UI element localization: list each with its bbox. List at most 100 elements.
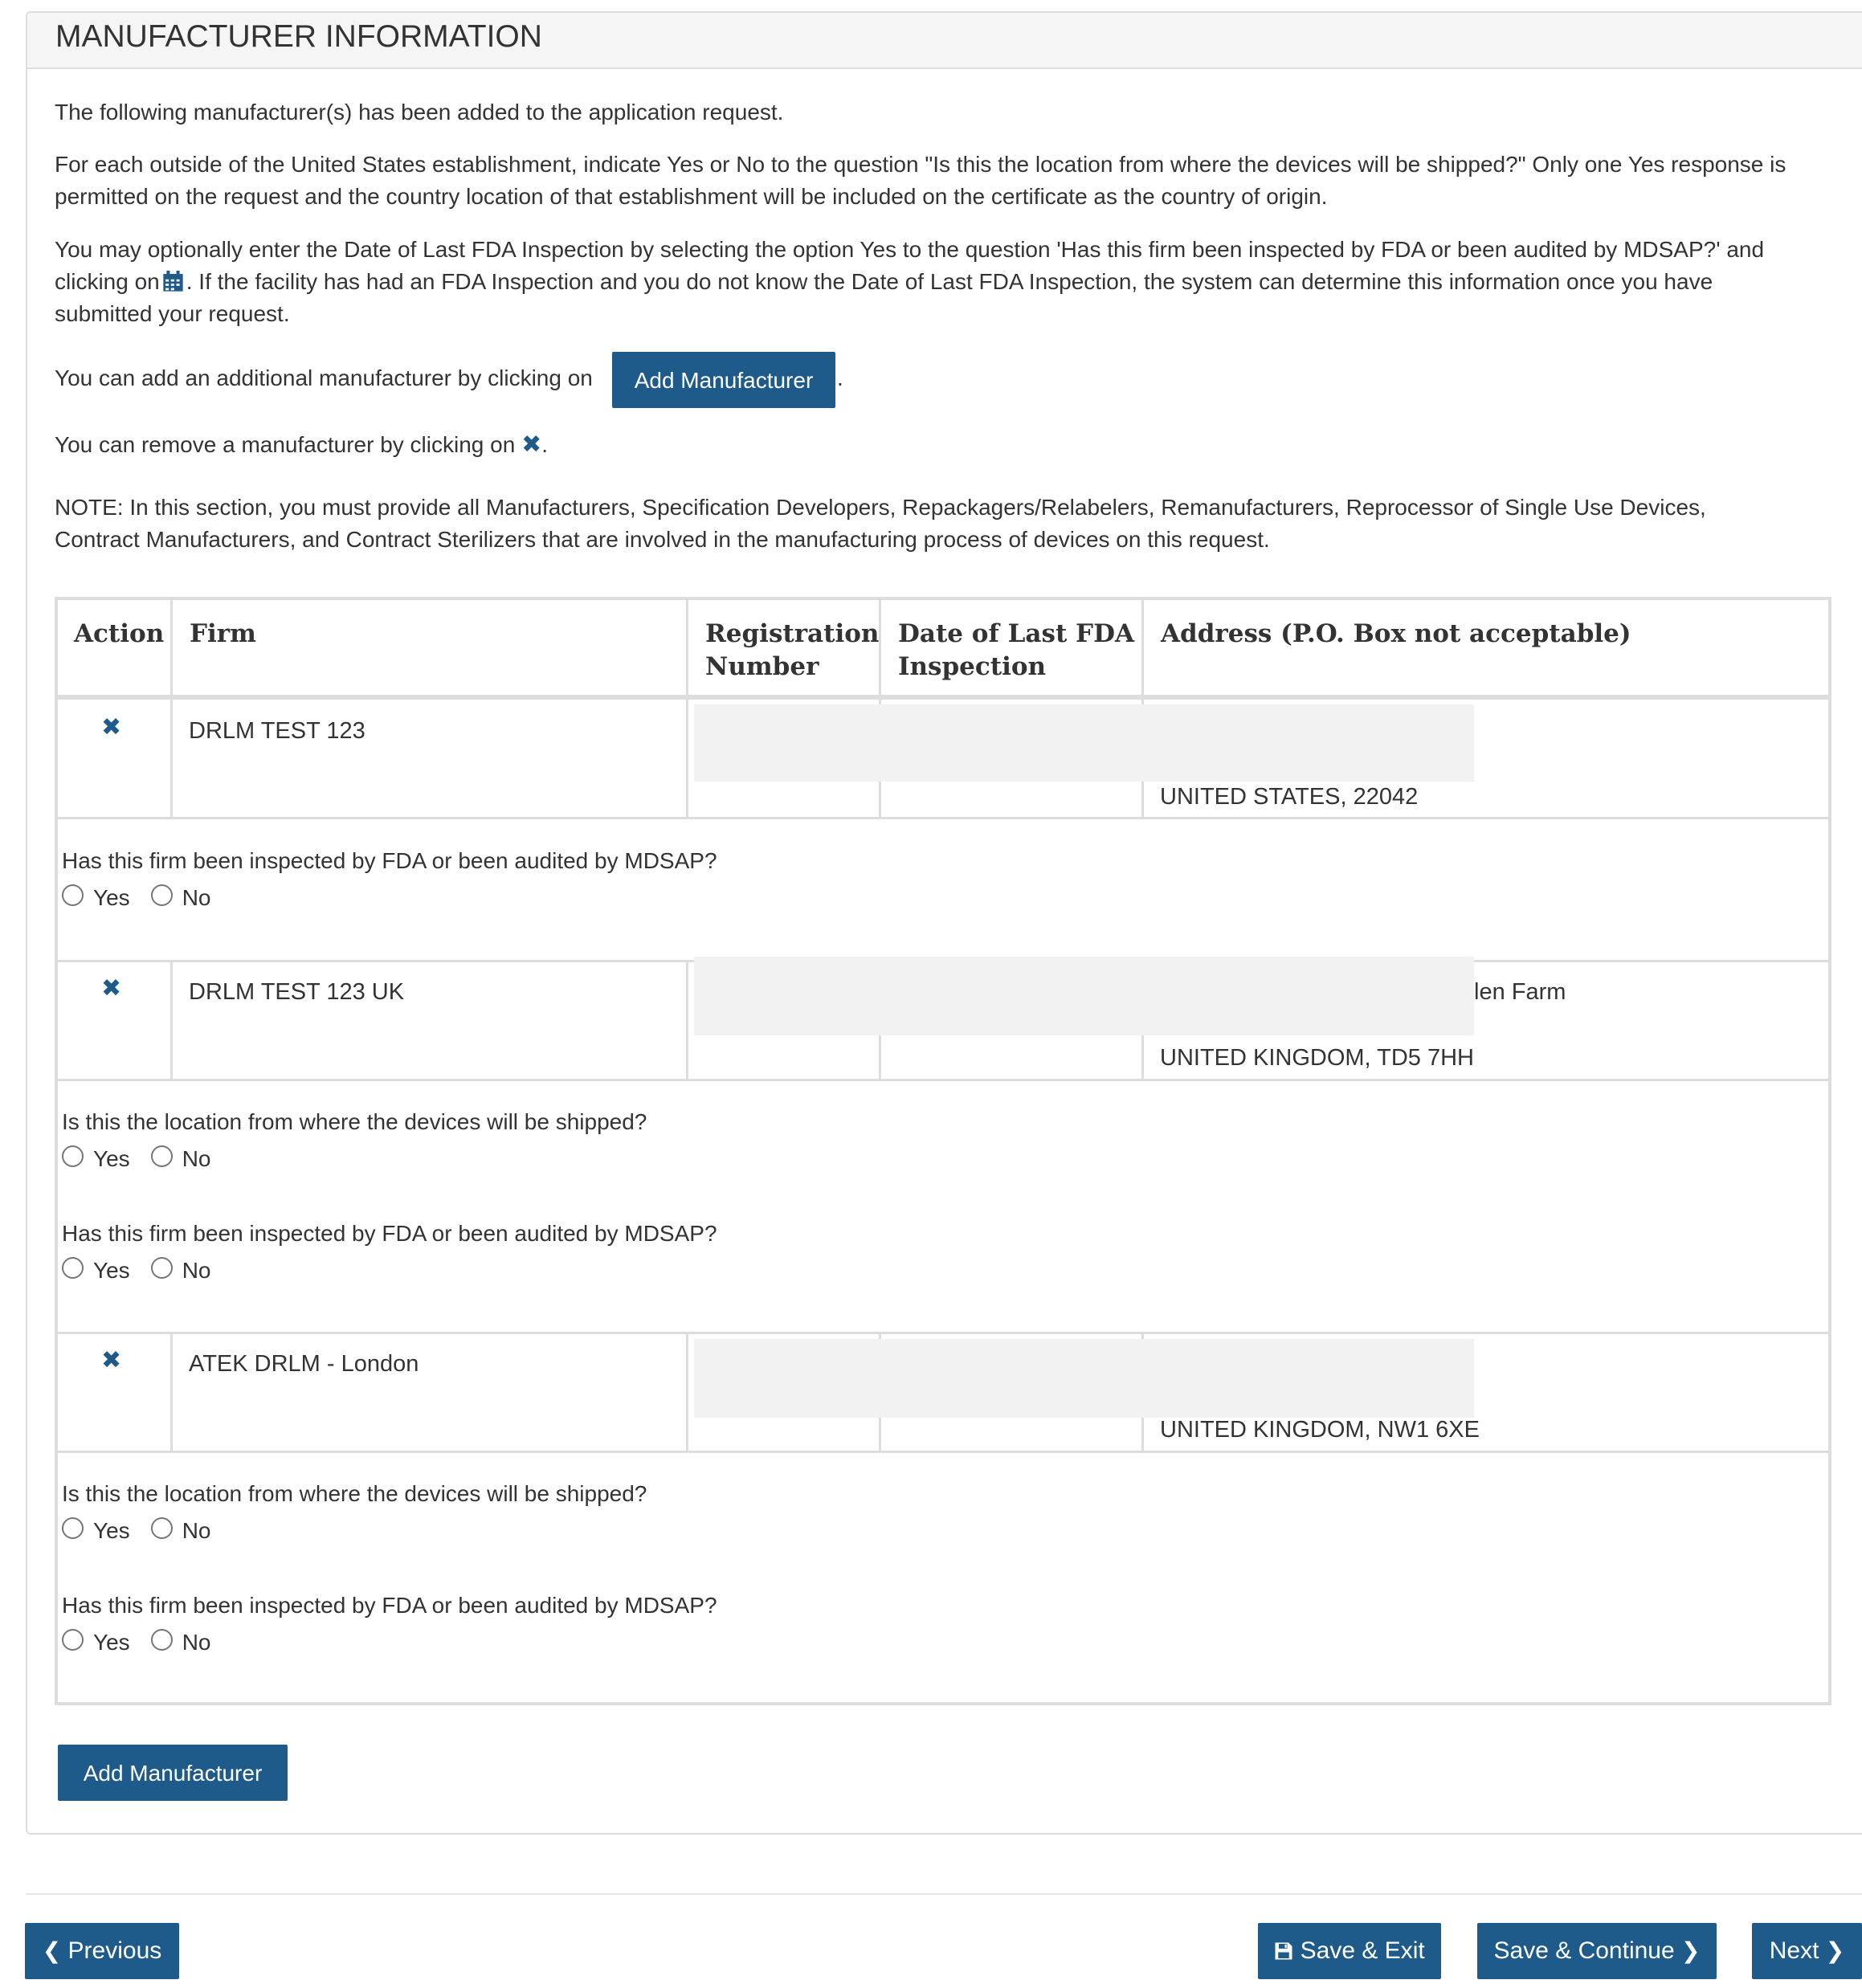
- column-header-inspection-date-line-1: Date of Last FDA: [898, 619, 1135, 648]
- intro-p3-tail: . If the facility has had an FDA Inspect…: [186, 269, 1713, 294]
- row-divider: [58, 1451, 1828, 1453]
- column-header-registration-line-2: Number: [705, 652, 819, 681]
- inspected-yes-option[interactable]: Yes: [62, 884, 151, 911]
- shipped-yes-option[interactable]: Yes: [62, 1517, 151, 1544]
- radio-no-label: No: [182, 1630, 211, 1655]
- row-divider: [58, 1079, 1828, 1081]
- add-manufacturer-hint: You can add an additional manufacturer b…: [55, 365, 593, 390]
- next-label: Next: [1769, 1937, 1819, 1964]
- radio-no[interactable]: [150, 1628, 173, 1651]
- radio-yes[interactable]: [62, 1256, 84, 1279]
- radio-yes-label: Yes: [93, 885, 130, 910]
- address-country: UNITED KINGDOM, NW1 6XE: [1160, 1417, 1480, 1443]
- column-header-registration-line-1: Registration: [705, 619, 880, 648]
- shipped-question: Is this the location from where the devi…: [62, 1109, 647, 1134]
- redacted-region: [694, 957, 1474, 1035]
- radio-no-label: No: [182, 1146, 211, 1171]
- col-divider: [1141, 600, 1144, 700]
- col-divider: [686, 1334, 688, 1451]
- intro-p5-tail: .: [541, 432, 548, 457]
- remove-manufacturer-icon[interactable]: ✖: [101, 1349, 121, 1373]
- radio-no[interactable]: [150, 1517, 173, 1539]
- intro-p3-lead: clicking on: [55, 269, 160, 294]
- address-country: UNITED KINGDOM, TD5 7HH: [1160, 1045, 1475, 1071]
- col-divider: [170, 700, 173, 817]
- firm-name: ATEK DRLM - London: [189, 1351, 419, 1377]
- inspected-radio-group: Yes No: [62, 1628, 232, 1655]
- col-divider: [686, 600, 688, 700]
- intro-paragraph-2-line-2: permitted on the request and the country…: [55, 184, 1328, 209]
- intro-paragraph-5: You can remove a manufacturer by clickin…: [55, 429, 1854, 461]
- inspected-no-option[interactable]: No: [150, 884, 232, 911]
- col-divider: [170, 962, 173, 1079]
- radio-yes[interactable]: [62, 884, 84, 906]
- col-divider: [170, 600, 173, 700]
- save-continue-label: Save & Continue: [1493, 1937, 1675, 1964]
- shipped-no-option[interactable]: No: [150, 1145, 232, 1172]
- intro-p4-tail: .: [837, 365, 843, 390]
- radio-yes-label: Yes: [93, 1630, 130, 1655]
- chevron-right-icon: ❯: [1825, 1937, 1845, 1964]
- header-divider: [58, 695, 1828, 700]
- redacted-region: [694, 1339, 1474, 1418]
- radio-yes-label: Yes: [93, 1146, 130, 1171]
- col-divider: [686, 700, 688, 817]
- previous-button[interactable]: ❮ Previous: [25, 1923, 179, 1979]
- column-header-registration: Registration Number: [689, 600, 882, 684]
- radio-no-label: No: [182, 1518, 211, 1543]
- intro-paragraph-3-line-2: clicking on . If the facility has had an …: [55, 266, 1854, 298]
- redacted-region: [694, 704, 1474, 782]
- shipped-no-option[interactable]: No: [150, 1517, 232, 1544]
- radio-no[interactable]: [150, 1145, 173, 1167]
- chevron-left-icon: ❮: [42, 1937, 62, 1964]
- add-manufacturer-button[interactable]: Add Manufacturer: [58, 1745, 288, 1801]
- radio-yes-label: Yes: [93, 1258, 130, 1283]
- remove-manufacturer-icon[interactable]: ✖: [101, 716, 121, 740]
- note-line-1: NOTE: In this section, you must provide …: [55, 495, 1706, 520]
- footer-divider: [26, 1893, 1862, 1895]
- inspected-yes-option[interactable]: Yes: [62, 1256, 151, 1284]
- radio-no-label: No: [182, 1258, 211, 1283]
- inspected-no-option[interactable]: No: [150, 1628, 232, 1655]
- inspected-no-option[interactable]: No: [150, 1256, 232, 1284]
- column-header-address: Address (P.O. Box not acceptable): [1161, 619, 1631, 648]
- radio-no[interactable]: [150, 1256, 173, 1279]
- add-manufacturer-inline-button[interactable]: Add Manufacturer: [612, 352, 835, 408]
- floppy-disk-icon: [1275, 1942, 1292, 1960]
- inspected-radio-group: Yes No: [62, 884, 232, 911]
- column-header-action: Action: [74, 619, 165, 648]
- save-continue-button[interactable]: Save & Continue ❯: [1477, 1923, 1717, 1979]
- radio-no[interactable]: [150, 884, 173, 906]
- column-header-inspection-date-line-2: Inspection: [898, 652, 1047, 681]
- address-partial: len Farm: [1474, 979, 1566, 1005]
- radio-yes[interactable]: [62, 1517, 84, 1539]
- save-exit-button[interactable]: Save & Exit: [1258, 1923, 1441, 1979]
- inspected-question: Has this firm been inspected by FDA or b…: [62, 848, 717, 873]
- previous-label: Previous: [67, 1937, 162, 1964]
- save-exit-label: Save & Exit: [1300, 1937, 1425, 1964]
- shipped-radio-group: Yes No: [62, 1517, 232, 1544]
- next-button[interactable]: Next ❯: [1752, 1923, 1862, 1979]
- note-line-2: Contract Manufacturers, and Contract Ste…: [55, 527, 1270, 552]
- radio-no-label: No: [182, 885, 211, 910]
- radio-yes-label: Yes: [93, 1518, 130, 1543]
- col-divider: [170, 1334, 173, 1451]
- shipped-question: Is this the location from where the devi…: [62, 1481, 647, 1506]
- intro-paragraph-4: You can add an additional manufacturer b…: [55, 362, 1854, 394]
- intro-paragraph-3-line-1: You may optionally enter the Date of Las…: [55, 237, 1765, 262]
- remove-manufacturer-hint: You can remove a manufacturer by clickin…: [55, 432, 516, 457]
- firm-name: DRLM TEST 123: [189, 718, 365, 744]
- chevron-right-icon: ❯: [1681, 1937, 1701, 1964]
- row-divider: [58, 1332, 1828, 1334]
- shipped-radio-group: Yes No: [62, 1145, 232, 1172]
- radio-yes[interactable]: [62, 1628, 84, 1651]
- radio-yes[interactable]: [62, 1145, 84, 1167]
- column-header-inspection-date: Date of Last FDA Inspection: [882, 600, 1143, 684]
- shipped-yes-option[interactable]: Yes: [62, 1145, 151, 1172]
- inspected-yes-option[interactable]: Yes: [62, 1628, 151, 1655]
- column-header-firm: Firm: [190, 619, 256, 648]
- remove-manufacturer-icon[interactable]: ✖: [101, 977, 121, 1001]
- inspected-question: Has this firm been inspected by FDA or b…: [62, 1593, 717, 1618]
- inspected-question: Has this firm been inspected by FDA or b…: [62, 1221, 717, 1246]
- manufacturers-table: Action Firm Registration Number Date of …: [55, 597, 1831, 1705]
